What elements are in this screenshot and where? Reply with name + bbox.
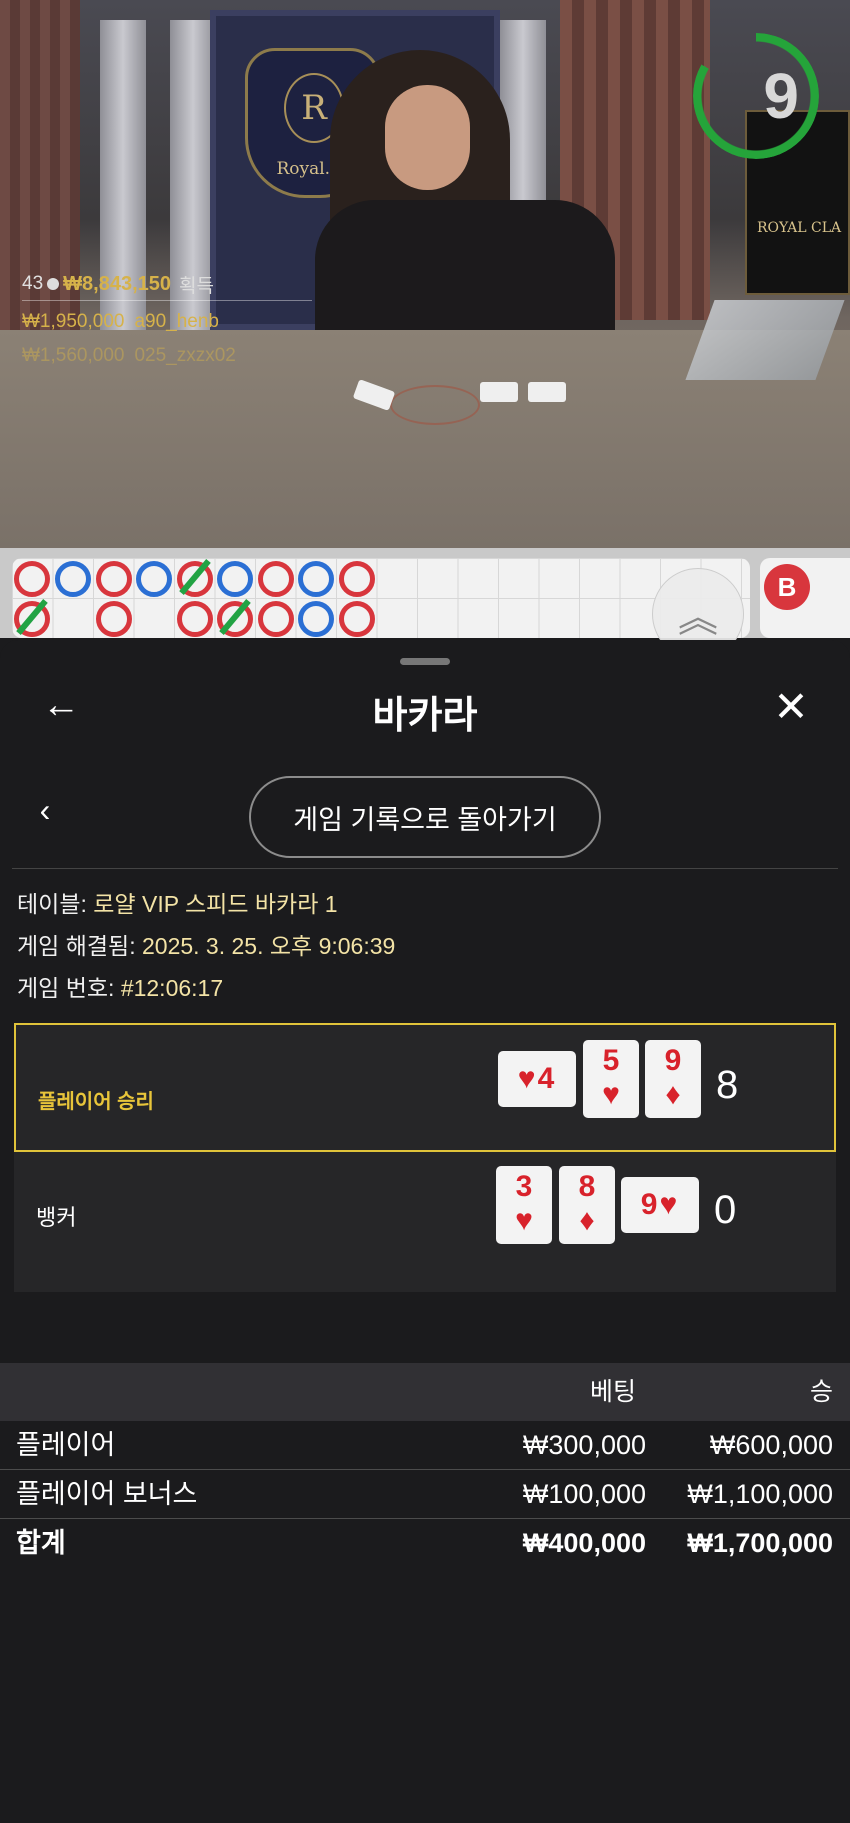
win-column-header: 승 [809, 1378, 833, 1406]
win-amount: ₩1,100,000 [687, 1479, 833, 1509]
bet-amount: ₩100,000 [522, 1479, 646, 1509]
dealer-face [385, 85, 470, 190]
player-result: 플레이어 승리 ♥4 5 ♥ 9 ♦ 8 [14, 1023, 836, 1152]
bet-amount: ₩300,000 [522, 1430, 646, 1460]
card-face: 9♥ [640, 1188, 680, 1221]
dealer-body [315, 200, 615, 350]
prev-button[interactable]: ‹ [30, 790, 60, 830]
playing-card: ♥4 [498, 1051, 576, 1107]
arrow-left-icon: ← [42, 684, 80, 726]
game-number-info: 게임 번호: #12:06:17 [17, 967, 223, 1009]
winner-user: a90_henb [134, 311, 220, 332]
banker-bead [339, 601, 375, 637]
chevron-left-icon: ‹ [39, 792, 51, 828]
game-number-label: 게임 번호: [17, 975, 115, 1001]
table-card [480, 382, 518, 402]
royal-sign-text: ROYAL CLA [757, 220, 842, 236]
game-detail-sheet: ← 바카라 ✕ ‹ 게임 기록으로 돌아가기 테이블: 로얄 VIP 스피드 바… [0, 640, 850, 1823]
banker-badge: B [764, 564, 810, 610]
close-icon: ✕ [773, 683, 809, 730]
card-face: ♥4 [517, 1062, 557, 1095]
bead-road[interactable] [12, 558, 750, 638]
table-label: 테이블: [17, 891, 87, 917]
table-card [528, 382, 566, 402]
divider [22, 300, 312, 301]
sheet-title: 바카라 [372, 695, 478, 737]
banker-bead [96, 601, 132, 637]
banker-total: 0 [714, 1188, 737, 1232]
divider [12, 868, 838, 869]
winners-header: 43 ₩8,843,150 획득 [22, 270, 312, 298]
winners-feed: 43 ₩8,843,150 획득 ₩1,950,000 a90_henb ₩1,5… [22, 270, 312, 373]
double-chevron-up-icon: ︽ [678, 595, 718, 641]
resolved-info: 게임 해결됨: 2025. 3. 25. 오후 9:06:39 [17, 925, 395, 967]
playing-card: 9♥ [621, 1177, 699, 1233]
bet-column-header: 베팅 [589, 1378, 636, 1406]
winner-amount: ₩1,950,000 [22, 311, 125, 332]
table-info: 테이블: 로얄 VIP 스피드 바카라 1 [17, 883, 338, 925]
player-total: 8 [716, 1063, 739, 1107]
banker-bead [258, 601, 294, 637]
player-bead [136, 561, 172, 597]
table-logo [390, 385, 480, 425]
winners-total: ₩8,843,150 [63, 272, 171, 295]
countdown-timer: 9 [763, 60, 799, 132]
win-amount: ₩600,000 [709, 1430, 833, 1460]
player-bead [298, 561, 334, 597]
player-win-label: 플레이어 승리 [38, 1091, 154, 1113]
back-to-history-button[interactable]: 게임 기록으로 돌아가기 [249, 776, 601, 858]
player-bead [217, 561, 253, 597]
banker-bead [339, 561, 375, 597]
player-bead [298, 601, 334, 637]
user-icon [47, 278, 60, 290]
playing-card: 8 ♦ [559, 1166, 615, 1244]
sheet-handle[interactable] [400, 658, 450, 665]
banker-bead [14, 561, 50, 597]
banker-bead [96, 561, 132, 597]
banker-bead [177, 601, 213, 637]
total-row: 합계 ₩400,000 ₩1,700,000 [0, 1519, 850, 1568]
winner-row: ₩1,950,000 a90_henb [22, 305, 312, 339]
total-bet: ₩400,000 [522, 1528, 646, 1558]
table-row: 플레이어 보너스 ₩100,000 ₩1,100,000 [0, 1470, 850, 1519]
winners-label: 획득 [179, 275, 214, 297]
back-button[interactable]: ← [38, 682, 84, 728]
banker-label: 뱅커 [36, 1205, 77, 1230]
bet-name: 플레이어 보너스 [16, 1479, 198, 1509]
banker-bead [258, 561, 294, 597]
playing-card: 9 ♦ [645, 1040, 701, 1118]
table-row: 플레이어 ₩300,000 ₩600,000 [0, 1421, 850, 1470]
winner-amount: ₩1,560,000 [22, 345, 125, 366]
winner-user: 025_zxzx02 [134, 345, 236, 366]
playing-card: 5 ♥ [583, 1040, 639, 1118]
player-bead [55, 561, 91, 597]
winner-row: ₩1,560,000 025_zxzx02 [22, 339, 312, 373]
table-value: 로얄 VIP 스피드 바카라 1 [93, 891, 338, 917]
game-number-value: #12:06:17 [120, 975, 224, 1001]
total-win: ₩1,700,000 [687, 1528, 833, 1558]
banker-result: 뱅커 3 ♥ 8 ♦ 9♥ 0 [14, 1152, 836, 1292]
close-button[interactable]: ✕ [766, 682, 816, 732]
road-summary[interactable]: B [760, 558, 850, 638]
resolved-label: 게임 해결됨: [17, 933, 136, 959]
resolved-value: 2025. 3. 25. 오후 9:06:39 [141, 933, 396, 959]
bets-table-header: 베팅 승 [0, 1363, 850, 1421]
live-video: R Royal.kr ROYAL CLA 9 43 ₩8,843,150 획득 … [0, 0, 850, 548]
bet-name: 플레이어 [16, 1430, 116, 1460]
total-label: 합계 [16, 1528, 66, 1558]
winners-count: 43 [22, 273, 44, 294]
playing-card: 3 ♥ [496, 1166, 552, 1244]
